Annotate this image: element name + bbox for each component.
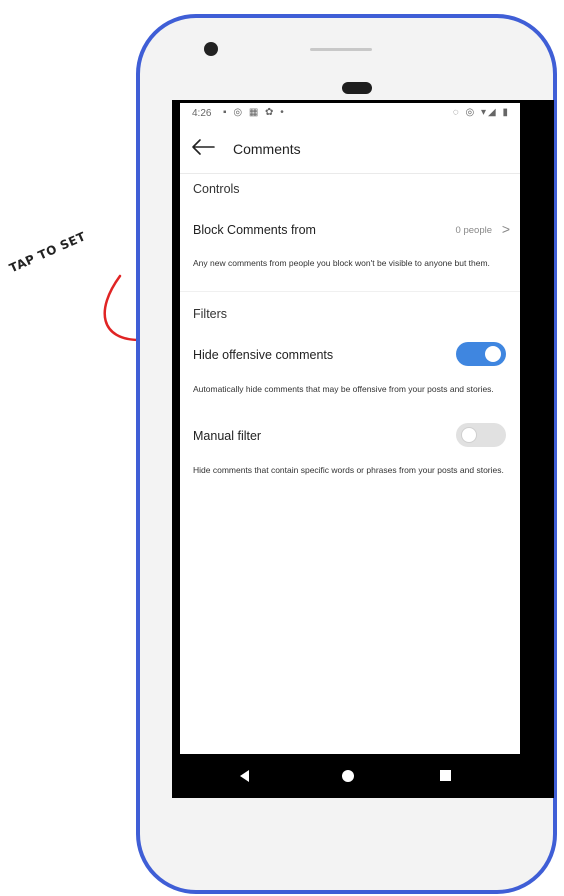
annotation-label: TAP TO SET [7,229,88,276]
section-title-controls: Controls [193,182,240,196]
toggle-knob [461,427,477,443]
android-nav-bar [172,754,554,798]
speaker-grille [310,48,372,51]
toggle-knob [485,346,501,362]
section-divider [180,291,520,292]
system-status-icons: ◌ ◎ ▾◢ ▮ [452,107,510,118]
section-title-filters: Filters [193,307,228,321]
blocked-count: 0 people [455,225,492,236]
manual-filter-toggle[interactable] [456,423,506,447]
block-comments-description: Any new comments from people you block w… [193,258,490,268]
page-title: Comments [233,141,301,157]
notification-icons: ▪ ◎ ▦ ✿ • [223,107,286,118]
manual-filter-description: Hide comments that contain specific word… [193,465,504,475]
status-bar: 4:26 ▪ ◎ ▦ ✿ • ◌ ◎ ▾◢ ▮ [180,103,520,125]
nav-back-icon[interactable] [240,770,249,782]
hide-offensive-description: Automatically hide comments that may be … [193,384,494,394]
earpiece [342,82,372,94]
hide-offensive-label: Hide offensive comments [193,348,334,362]
chevron-right-icon: > [501,221,510,237]
manual-filter-label: Manual filter [193,429,262,443]
arrow-left-icon[interactable] [190,137,216,157]
comments-settings-screen: 4:26 ▪ ◎ ▦ ✿ • ◌ ◎ ▾◢ ▮ Comments Control… [180,103,520,754]
app-bar: Comments [180,125,520,174]
nav-recents-icon[interactable] [440,770,451,781]
block-comments-label: Block Comments from [193,223,316,237]
hide-offensive-toggle[interactable] [456,342,506,366]
phone-screen: 4:26 ▪ ◎ ▦ ✿ • ◌ ◎ ▾◢ ▮ Comments Control… [172,100,554,798]
status-time: 4:26 [192,108,212,119]
nav-home-icon[interactable] [342,770,354,782]
front-camera [204,42,218,56]
